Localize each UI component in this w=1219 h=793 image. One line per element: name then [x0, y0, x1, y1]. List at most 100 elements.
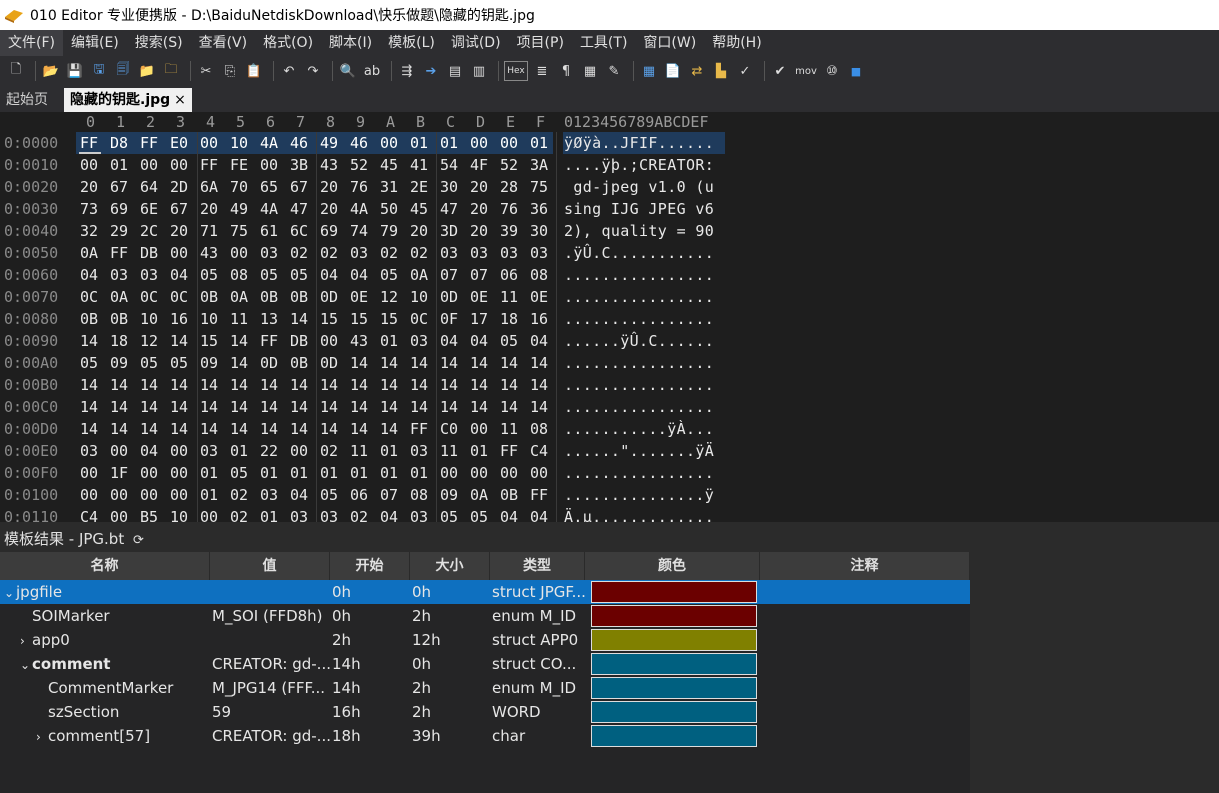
- hex-byte[interactable]: 6C: [290, 222, 308, 240]
- hex-byte[interactable]: 01: [200, 464, 218, 482]
- hex-byte[interactable]: 14: [80, 420, 98, 438]
- hex-byte[interactable]: 4A: [260, 134, 278, 152]
- hex-byte[interactable]: 20: [470, 200, 488, 218]
- hex-byte[interactable]: 20: [410, 222, 428, 240]
- hex-byte[interactable]: FF: [530, 486, 548, 504]
- hex-byte[interactable]: 00: [470, 420, 488, 438]
- hex-byte[interactable]: 4F: [470, 156, 488, 174]
- menu-item-1[interactable]: 编辑(E): [63, 30, 127, 56]
- hex-byte[interactable]: 74: [350, 222, 368, 240]
- hex-byte[interactable]: 14: [200, 398, 218, 416]
- hex-byte[interactable]: 3B: [290, 156, 308, 174]
- hex-byte[interactable]: 00: [380, 134, 398, 152]
- hex-byte[interactable]: 16: [530, 310, 548, 328]
- table-row[interactable]: ⌄ jpgfile 0h 0h struct JPGF...: [0, 580, 970, 604]
- hex-byte[interactable]: 14: [140, 376, 158, 394]
- hex-byte[interactable]: 14: [80, 376, 98, 394]
- hex-byte[interactable]: 00: [500, 464, 518, 482]
- column-header[interactable]: 值: [210, 552, 330, 580]
- table-row[interactable]: szSection 59 16h 2h WORD: [0, 700, 970, 724]
- menu-item-10[interactable]: 窗口(W): [635, 30, 704, 56]
- menu-item-0[interactable]: 文件(F): [0, 30, 63, 56]
- hex-byte[interactable]: 6A: [200, 178, 218, 196]
- hex-byte[interactable]: 01: [530, 134, 548, 152]
- color-swatch[interactable]: [591, 725, 757, 747]
- hex-byte[interactable]: 43: [200, 244, 218, 262]
- hex-byte[interactable]: 14: [380, 376, 398, 394]
- hex-byte[interactable]: 00: [170, 464, 188, 482]
- hex-byte[interactable]: 14: [290, 310, 308, 328]
- new-file-icon[interactable]: 🗋: [6, 61, 26, 81]
- table-row[interactable]: CommentMarker M_JPG14 (FFF... 14h 2h enum M_…: [0, 676, 970, 700]
- hex-byte[interactable]: 00: [80, 464, 98, 482]
- hex-mode-icon[interactable]: Hex: [504, 61, 528, 81]
- hex-byte[interactable]: 04: [380, 508, 398, 522]
- ascii-text[interactable]: Ä.µ.............: [564, 508, 714, 522]
- hex-byte[interactable]: 11: [500, 420, 518, 438]
- hex-byte[interactable]: C4: [530, 442, 548, 460]
- hex-byte[interactable]: 05: [230, 464, 248, 482]
- hex-byte[interactable]: 00: [170, 156, 188, 174]
- color-swatch[interactable]: [591, 581, 757, 603]
- hex-byte[interactable]: 10: [140, 310, 158, 328]
- hex-byte[interactable]: 14: [350, 354, 368, 372]
- ascii-text[interactable]: .ÿÛ.C...........: [564, 244, 714, 262]
- hex-byte[interactable]: 14: [530, 354, 548, 372]
- hex-byte[interactable]: 09: [200, 354, 218, 372]
- hex-byte[interactable]: 01: [200, 486, 218, 504]
- hex-byte[interactable]: 0A: [410, 266, 428, 284]
- hex-byte[interactable]: 76: [500, 200, 518, 218]
- menu-item-4[interactable]: 格式(O): [255, 30, 321, 56]
- ascii-text[interactable]: ......".......ÿÄ: [564, 442, 714, 460]
- hex-byte[interactable]: 02: [230, 508, 248, 522]
- hex-byte[interactable]: 14: [230, 354, 248, 372]
- undo-icon[interactable]: ↶: [279, 61, 299, 81]
- hex-byte[interactable]: 13: [260, 310, 278, 328]
- hex-byte[interactable]: 20: [470, 178, 488, 196]
- hex-byte[interactable]: 15: [200, 332, 218, 350]
- hex-byte[interactable]: 05: [80, 354, 98, 372]
- ascii-text[interactable]: gd-jpeg v1.0 (u: [564, 178, 714, 196]
- hex-byte[interactable]: 61: [260, 222, 278, 240]
- redo-icon[interactable]: ↷: [303, 61, 323, 81]
- hex-byte[interactable]: 49: [230, 200, 248, 218]
- stop-icon[interactable]: ■: [846, 61, 866, 81]
- hex-byte[interactable]: 41: [410, 156, 428, 174]
- goto-icon[interactable]: ➔: [421, 61, 441, 81]
- hex-byte[interactable]: 01: [470, 442, 488, 460]
- ascii-text[interactable]: ...........ÿÀ...: [564, 420, 714, 438]
- hex-byte[interactable]: 04: [140, 442, 158, 460]
- compare-icon[interactable]: ⇄: [687, 61, 707, 81]
- hex-byte[interactable]: 0D: [440, 288, 458, 306]
- hex-byte[interactable]: 69: [110, 200, 128, 218]
- hex-byte[interactable]: 22: [260, 442, 278, 460]
- hex-byte[interactable]: 47: [290, 200, 308, 218]
- hex-byte[interactable]: 05: [200, 266, 218, 284]
- hex-byte[interactable]: 64: [140, 178, 158, 196]
- hex-byte[interactable]: 00: [80, 486, 98, 504]
- hex-byte[interactable]: 03: [410, 442, 428, 460]
- hex-byte[interactable]: 18: [110, 332, 128, 350]
- ascii-text[interactable]: ...............ÿ: [564, 486, 714, 504]
- hex-byte[interactable]: 75: [530, 178, 548, 196]
- hex-byte[interactable]: 01: [320, 464, 338, 482]
- chevron-right-icon[interactable]: ›: [36, 725, 48, 748]
- hex-byte[interactable]: 08: [410, 486, 428, 504]
- hex-byte[interactable]: 05: [380, 266, 398, 284]
- hex-byte[interactable]: 14: [230, 398, 248, 416]
- hex-byte[interactable]: 0B: [80, 310, 98, 328]
- hex-byte[interactable]: 0A: [80, 244, 98, 262]
- hex-byte[interactable]: 03: [260, 244, 278, 262]
- hex-byte[interactable]: 05: [170, 354, 188, 372]
- hex-byte[interactable]: DB: [140, 244, 158, 262]
- refresh-icon[interactable]: ⟳: [133, 533, 144, 548]
- hex-byte[interactable]: 14: [230, 332, 248, 350]
- hex-byte[interactable]: 49: [320, 134, 338, 152]
- hex-byte[interactable]: 14: [290, 398, 308, 416]
- ascii-text[interactable]: ....ÿþ.;CREATOR:: [564, 156, 714, 174]
- hex-byte[interactable]: 4A: [260, 200, 278, 218]
- menu-item-2[interactable]: 搜索(S): [127, 30, 191, 56]
- hex-byte[interactable]: 0B: [290, 354, 308, 372]
- hex-byte[interactable]: 01: [380, 442, 398, 460]
- hex-byte[interactable]: 00: [530, 464, 548, 482]
